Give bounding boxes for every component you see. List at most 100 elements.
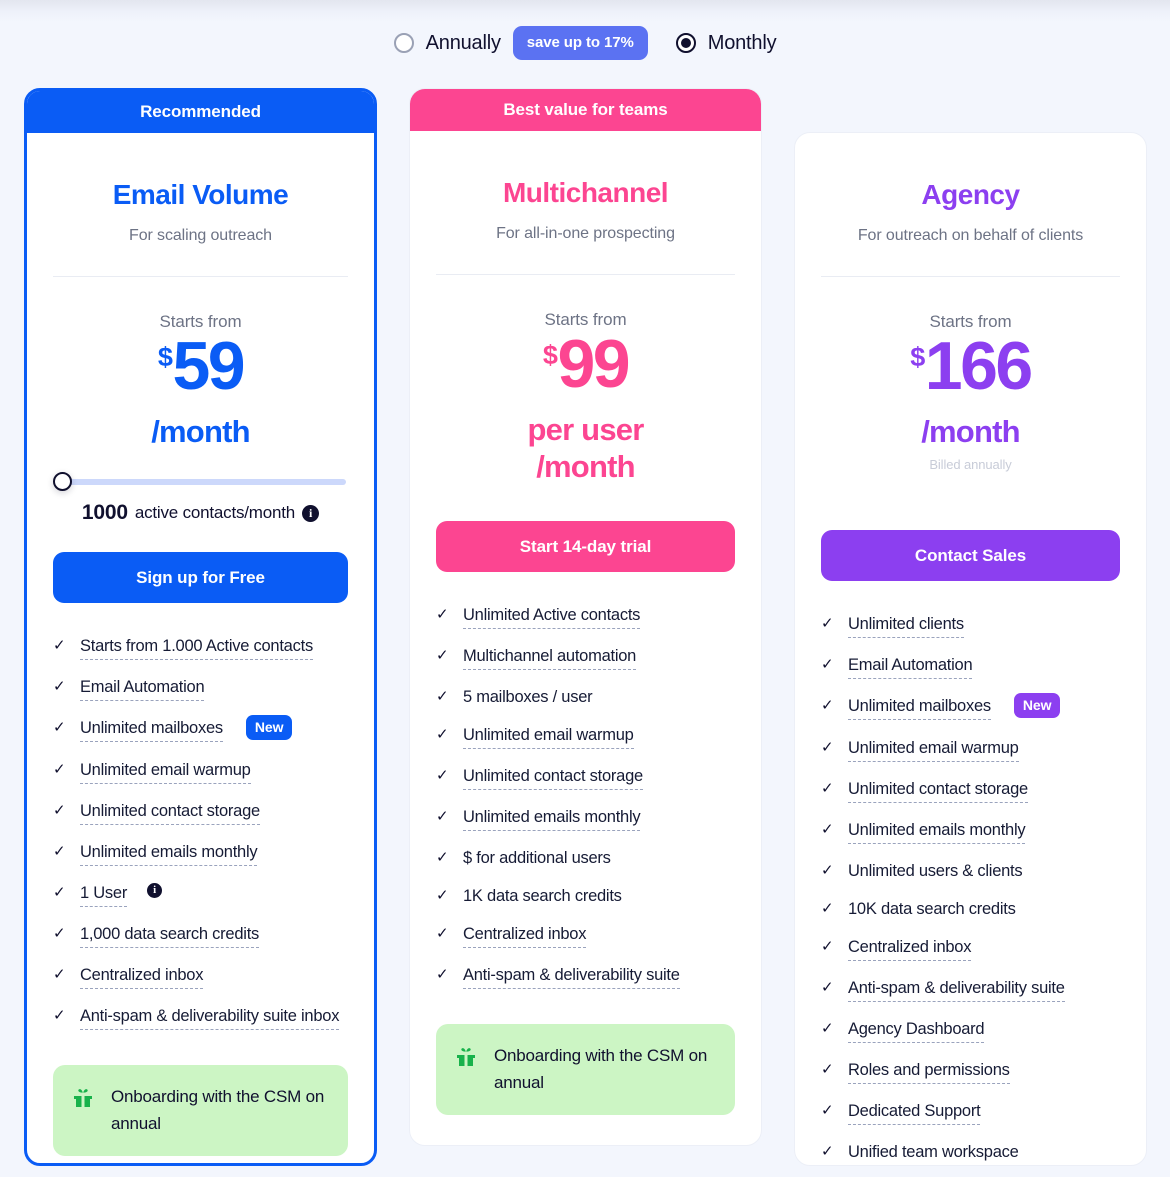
feature-label: Email Automation	[848, 655, 973, 680]
price-period: /month	[151, 413, 250, 449]
check-icon: ✓	[821, 615, 834, 633]
pricing-card-multichannel: Best value for teams Multichannel For al…	[409, 88, 762, 1146]
billing-option-annually[interactable]: Annually	[393, 32, 501, 55]
card-divider	[821, 276, 1120, 277]
feature-item: ✓ Centralized inbox	[436, 924, 735, 949]
price-row: $ 166	[821, 332, 1120, 400]
feature-item: ✓ Starts from 1.000 Active contacts	[53, 636, 348, 661]
price-block: Starts from $ 59 /month	[53, 312, 348, 450]
feature-item: ✓ Anti-spam & deliverability suite	[436, 965, 735, 990]
feature-item: ✓ Unlimited email warmup	[436, 725, 735, 750]
gift-icon	[454, 1045, 478, 1074]
check-icon: ✓	[436, 966, 449, 984]
check-icon: ✓	[436, 808, 449, 826]
feature-label: Agency Dashboard	[848, 1019, 985, 1044]
feature-label: Starts from 1.000 Active contacts	[80, 636, 313, 661]
check-icon: ✓	[436, 767, 449, 785]
slider-thumb[interactable]	[53, 472, 72, 492]
check-icon: ✓	[821, 739, 834, 757]
feature-item: ✓ Anti-spam & deliverability suite inbox	[53, 1006, 348, 1031]
feature-label: Unlimited contact storage	[848, 779, 1028, 804]
feature-item: ✓ Unlimited contact storage	[53, 801, 348, 826]
price-period: per user /month	[527, 411, 645, 485]
check-icon: ✓	[53, 719, 66, 737]
feature-label: Unlimited mailboxes	[848, 696, 991, 721]
feature-label: Unlimited emails monthly	[80, 842, 258, 867]
feature-item: ✓ 5 mailboxes / user	[436, 687, 735, 708]
feature-label: Unlimited email warmup	[80, 760, 251, 785]
plan-tagline: For all-in-one prospecting	[496, 225, 675, 242]
feature-item: ✓ Email Automation	[821, 655, 1120, 680]
check-icon: ✓	[436, 606, 449, 624]
check-icon: ✓	[821, 1102, 834, 1120]
feature-item: ✓ Email Automation	[53, 677, 348, 702]
contacts-slider[interactable]: 1000 active contacts/month i	[53, 472, 348, 525]
feature-item: ✓ Unlimited Active contacts	[436, 605, 735, 630]
feature-item: ✓ Dedicated Support	[821, 1101, 1120, 1126]
plan-name: Email Volume	[112, 179, 289, 210]
check-icon: ✓	[53, 761, 66, 779]
radio-annually-icon[interactable]	[393, 33, 414, 53]
price-currency: $	[542, 340, 558, 370]
check-icon: ✓	[53, 637, 66, 655]
onboarding-note-text: Onboarding with the CSM on annual	[111, 1087, 325, 1133]
feature-list: ✓ Unlimited clients ✓ Email Automation ✓…	[821, 614, 1120, 1165]
check-icon: ✓	[821, 1020, 834, 1038]
card-ribbon-best-value: Best value for teams	[410, 89, 761, 131]
check-icon: ✓	[821, 780, 834, 798]
billing-option-monthly[interactable]: Monthly	[675, 31, 777, 55]
feature-item: ✓ Unlimited mailboxes New	[821, 693, 1120, 721]
check-icon: ✓	[436, 726, 449, 744]
slider-unit: active contacts/month	[134, 503, 296, 523]
info-icon[interactable]: i	[302, 504, 320, 522]
feature-label: Anti-spam & deliverability suite	[463, 965, 680, 990]
check-icon: ✓	[821, 938, 834, 956]
feature-item: ✓ Unlimited contact storage	[821, 779, 1120, 804]
feature-label: Unlimited email warmup	[463, 725, 634, 750]
gift-icon	[71, 1086, 95, 1115]
feature-label: Roles and permissions	[848, 1060, 1010, 1085]
slider-quantity: 1000	[81, 501, 128, 525]
feature-item: ✓ Unlimited emails monthly	[821, 820, 1120, 845]
billing-period-toggle: Annually save up to 17% Monthly	[0, 26, 1170, 60]
feature-item: ✓ Unlimited mailboxes New	[53, 715, 348, 743]
feature-list: ✓ Unlimited Active contacts ✓ Multichann…	[436, 605, 735, 990]
feature-list: ✓ Starts from 1.000 Active contacts ✓ Em…	[53, 636, 348, 1031]
feature-item: ✓ 1K data search credits	[436, 886, 735, 907]
check-icon: ✓	[53, 1007, 66, 1025]
feature-label: Anti-spam & deliverability suite inbox	[80, 1006, 339, 1031]
billing-option-monthly-label: Monthly	[707, 31, 777, 54]
check-icon: ✓	[436, 849, 449, 867]
check-icon: ✓	[821, 821, 834, 839]
feature-label: $ for additional users	[463, 849, 611, 868]
contact-sales-button[interactable]: Contact Sales	[821, 530, 1120, 582]
price-row: $ 99	[436, 330, 735, 398]
info-icon[interactable]: i	[147, 883, 163, 899]
feature-label: Unified team workspace	[848, 1142, 1019, 1165]
check-icon: ✓	[821, 1143, 834, 1161]
feature-item: ✓ Unlimited users & clients	[821, 861, 1120, 882]
feature-label: Unlimited users & clients	[848, 862, 1023, 881]
feature-label: 10K data search credits	[848, 900, 1016, 919]
price-currency: $	[910, 342, 925, 372]
feature-item: ✓ Unified team workspace	[821, 1142, 1120, 1165]
slider-track[interactable]	[53, 472, 346, 492]
radio-monthly-icon[interactable]	[675, 33, 696, 53]
feature-item: ✓ Anti-spam & deliverability suite	[821, 978, 1120, 1003]
check-icon: ✓	[821, 979, 834, 997]
check-icon: ✓	[53, 678, 66, 696]
start-trial-button[interactable]: Start 14-day trial	[436, 521, 735, 573]
check-icon: ✓	[436, 925, 449, 943]
billed-annually-note: Billed annually	[929, 457, 1012, 473]
feature-label: Unlimited clients	[848, 614, 964, 639]
feature-label: Unlimited emails monthly	[463, 807, 641, 832]
price-currency: $	[157, 342, 173, 372]
check-icon: ✓	[436, 887, 449, 905]
plan-name: Agency	[921, 179, 1020, 210]
check-icon: ✓	[53, 925, 66, 943]
check-icon: ✓	[821, 697, 834, 715]
new-badge: New	[1013, 693, 1061, 719]
feature-label: Centralized inbox	[848, 937, 972, 962]
signup-button[interactable]: Sign up for Free	[53, 552, 348, 604]
feature-label: Unlimited email warmup	[848, 738, 1019, 763]
